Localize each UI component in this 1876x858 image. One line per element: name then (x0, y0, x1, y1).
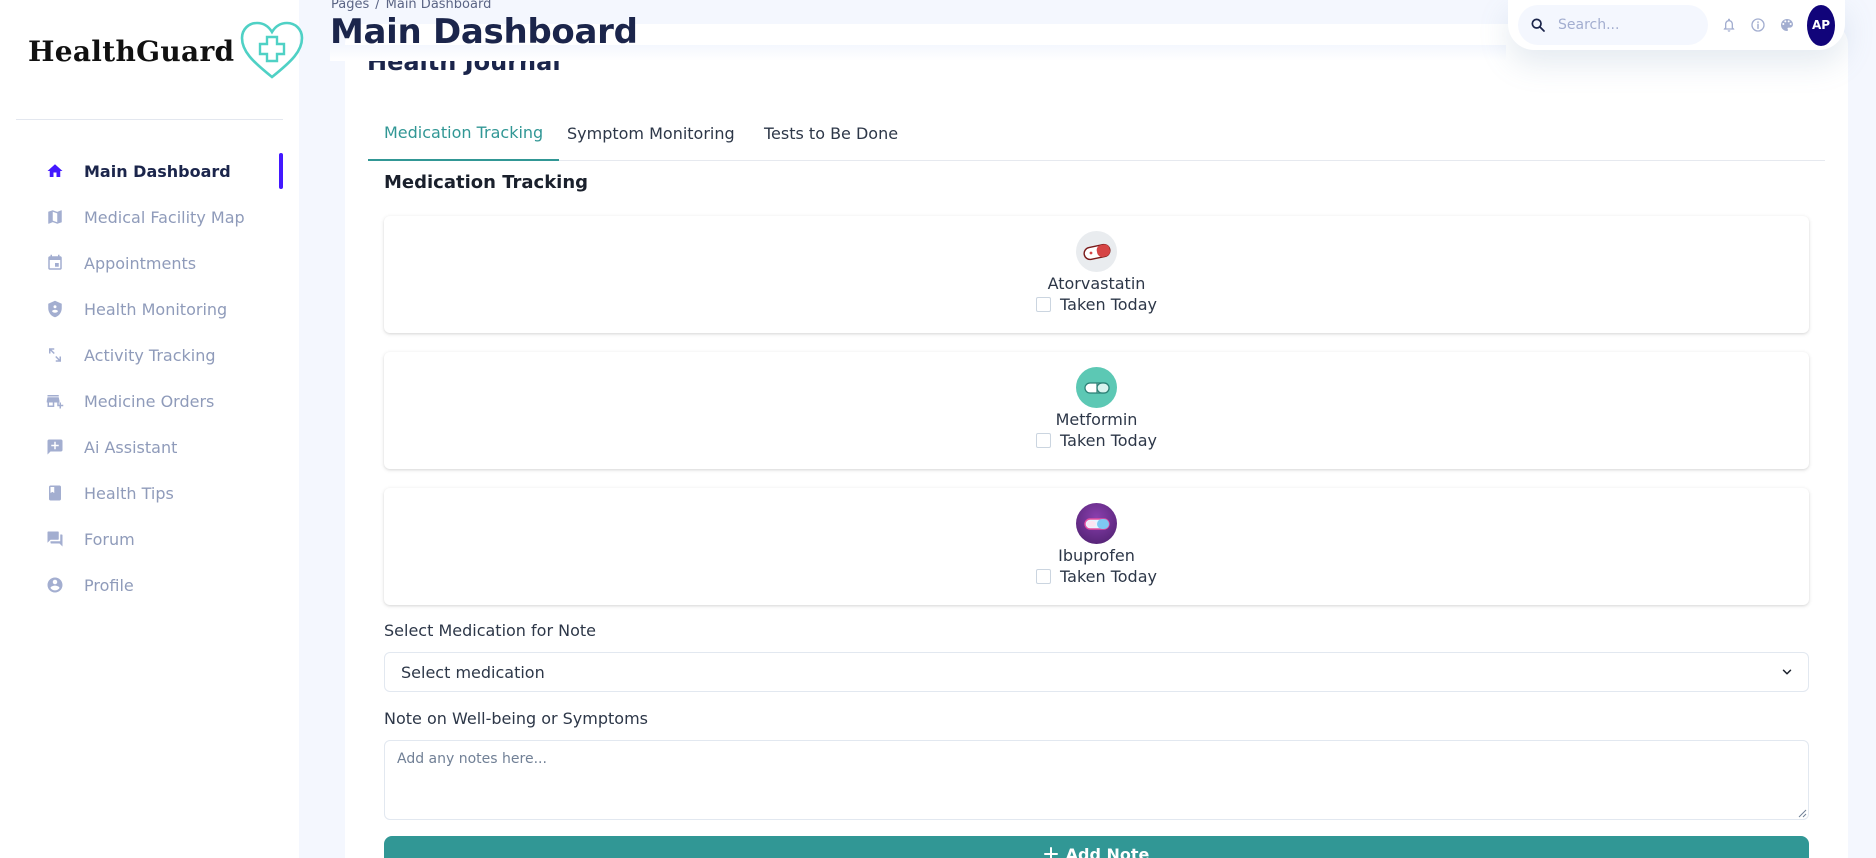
add-business-icon (46, 392, 64, 410)
add-note-label: Add Note (1065, 845, 1150, 858)
brand-name: HealthGuard (28, 34, 235, 68)
sidebar: HealthGuard Main Dashboard Medical Facil… (0, 0, 304, 858)
section-heading: Medication Tracking (384, 172, 589, 193)
journal-tabs: Medication Tracking Symptom Monitoring T… (368, 106, 1825, 161)
sidebar-divider (16, 119, 283, 120)
tab-medication-tracking[interactable]: Medication Tracking (368, 106, 560, 161)
sidebar-item-label: Medicine Orders (84, 391, 215, 411)
sidebar-item-label: Ai Assistant (84, 437, 178, 457)
chat-plus-icon (46, 438, 64, 456)
sidebar-item-medicine-orders[interactable]: Medicine Orders (0, 378, 299, 424)
sidebar-item-main-dashboard[interactable]: Main Dashboard (0, 148, 299, 194)
forum-icon (46, 530, 64, 548)
medication-name: Atorvastatin (1047, 274, 1146, 293)
note-textarea[interactable] (384, 740, 1809, 820)
medication-name: Metformin (1055, 410, 1138, 429)
chevron-down-icon (1782, 669, 1792, 675)
medication-card: Atorvastatin Taken Today (384, 216, 1809, 333)
sidebar-item-label: Medical Facility Map (84, 207, 245, 227)
sidebar-item-appointments[interactable]: Appointments (0, 240, 299, 286)
shield-icon (46, 300, 64, 318)
search-box[interactable] (1518, 5, 1708, 45)
checkbox-label: Taken Today (1060, 431, 1157, 450)
sidebar-item-label: Activity Tracking (84, 345, 216, 365)
sidebar-item-health-monitoring[interactable]: Health Monitoring (0, 286, 299, 332)
sidebar-item-label: Health Tips (84, 483, 174, 503)
note-label: Note on Well-being or Symptoms (384, 709, 648, 728)
sidebar-item-label: Appointments (84, 253, 197, 273)
health-journal-card: Health Journal Medication Tracking Sympt… (345, 24, 1848, 858)
checkbox-label: Taken Today (1060, 567, 1157, 586)
sidebar-item-label: Forum (84, 529, 135, 549)
sidebar-item-health-tips[interactable]: Health Tips (0, 470, 299, 516)
palette-icon[interactable] (1779, 17, 1795, 33)
sidebar-item-activity-tracking[interactable]: Activity Tracking (0, 332, 299, 378)
add-note-button[interactable]: Add Note (384, 836, 1809, 858)
select-medication-label: Select Medication for Note (384, 621, 596, 640)
sidebar-item-ai-assistant[interactable]: Ai Assistant (0, 424, 299, 470)
checkbox-box[interactable] (1036, 297, 1052, 312)
info-icon[interactable] (1750, 17, 1766, 33)
checkbox-label: Taken Today (1060, 295, 1157, 314)
search-icon (1531, 18, 1545, 32)
brand-logo[interactable]: HealthGuard (28, 18, 306, 84)
arrows-diagonal-icon (46, 346, 64, 364)
select-value: Select medication (401, 662, 545, 682)
sidebar-item-label: Profile (84, 575, 134, 595)
taken-today-checkbox[interactable]: Taken Today (1036, 431, 1157, 450)
search-input[interactable] (1558, 17, 1708, 33)
tab-symptom-monitoring[interactable]: Symptom Monitoring (551, 106, 751, 161)
taken-today-checkbox[interactable]: Taken Today (1036, 295, 1157, 314)
home-icon (46, 162, 64, 180)
medication-card: Metformin Taken Today (384, 352, 1809, 469)
calendar-icon (46, 254, 64, 272)
medication-select[interactable]: Select medication (384, 652, 1809, 692)
heart-plus-logo-icon (241, 21, 304, 79)
sidebar-item-label: Main Dashboard (84, 161, 231, 181)
sidebar-item-forum[interactable]: Forum (0, 516, 299, 562)
pill-teal-icon (1076, 367, 1117, 408)
breadcrumb-separator: / (375, 0, 380, 12)
map-icon (46, 208, 64, 226)
checkbox-box[interactable] (1036, 569, 1052, 584)
bell-icon[interactable] (1721, 17, 1737, 33)
sidebar-nav: Main Dashboard Medical Facility Map Appo… (0, 148, 299, 608)
resize-handle-icon[interactable] (1797, 808, 1807, 818)
medication-name: Ibuprofen (1058, 546, 1135, 565)
sidebar-item-label: Health Monitoring (84, 299, 228, 319)
avatar[interactable]: AP (1807, 4, 1835, 46)
tab-tests-to-be-done[interactable]: Tests to Be Done (748, 106, 914, 161)
book-icon (46, 484, 64, 502)
plus-icon (1043, 847, 1058, 858)
medication-card: Ibuprofen Taken Today (384, 488, 1809, 605)
page-title: Main Dashboard (330, 12, 638, 52)
header-toolbar: AP (1508, 0, 1845, 50)
sidebar-item-profile[interactable]: Profile (0, 562, 299, 608)
breadcrumb-current: Main Dashboard (385, 0, 492, 12)
pill-purple-icon (1076, 503, 1117, 544)
sidebar-item-medical-facility-map[interactable]: Medical Facility Map (0, 194, 299, 240)
checkbox-box[interactable] (1036, 433, 1052, 448)
account-circle-icon (46, 576, 64, 594)
pill-red-icon (1076, 231, 1117, 272)
breadcrumb: Pages / Main Dashboard (331, 0, 491, 12)
active-indicator (279, 153, 283, 189)
taken-today-checkbox[interactable]: Taken Today (1036, 567, 1157, 586)
breadcrumb-root[interactable]: Pages (331, 0, 369, 12)
